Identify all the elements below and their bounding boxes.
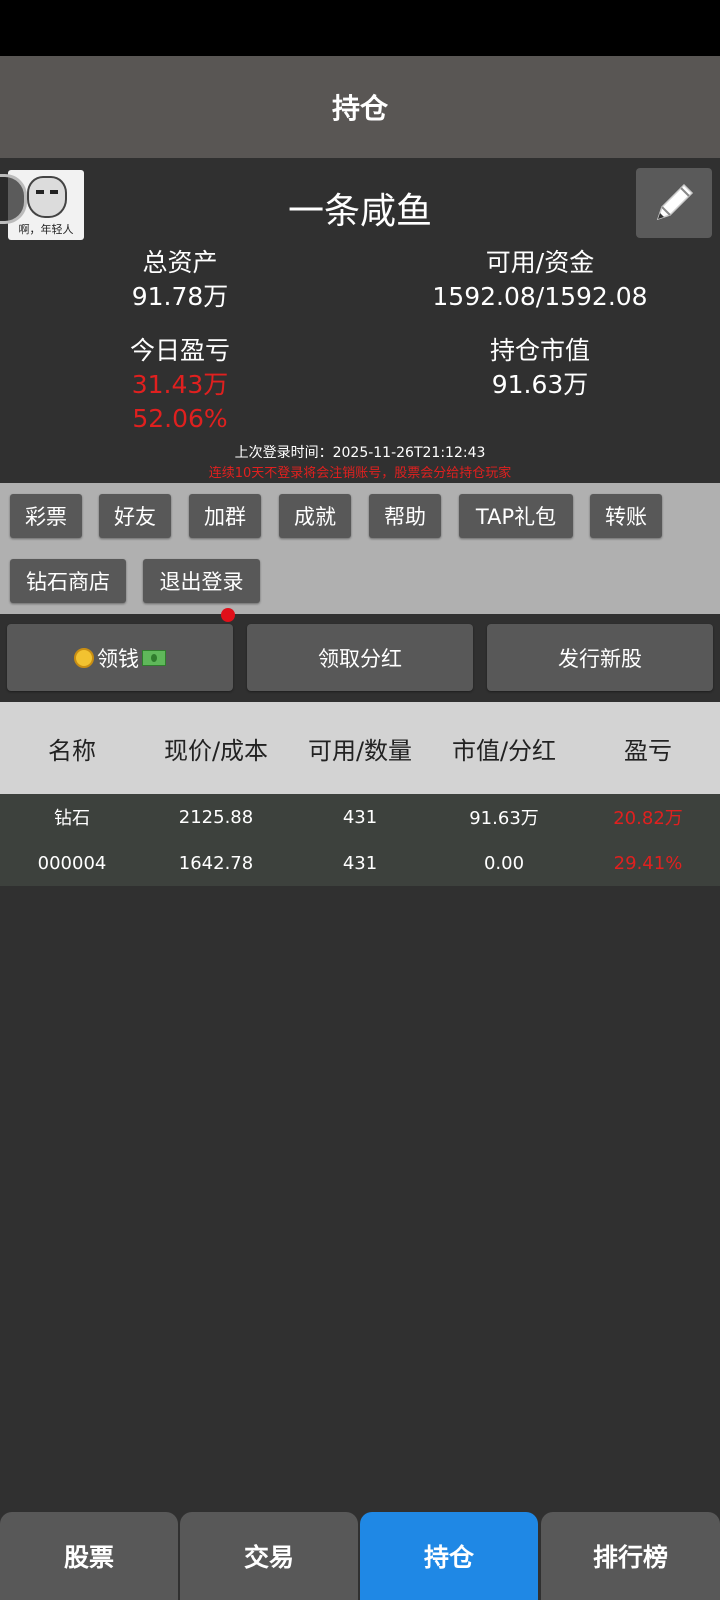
column-pnl: 盈亏: [624, 736, 672, 765]
tab-stocks[interactable]: 股票: [0, 1512, 178, 1600]
today-pnl-value: 31.43万: [131, 370, 229, 399]
collect-money-label: 领钱: [97, 646, 139, 671]
market-value-stat: 持仓市值 91.63万: [360, 334, 720, 402]
available-funds-value: 1592.08/1592.08: [432, 282, 648, 311]
total-assets-label: 总资产: [142, 248, 218, 277]
column-price-cost: 现价/成本: [163, 736, 269, 765]
transfer-button[interactable]: 转账: [590, 494, 662, 538]
cash-icon: [142, 649, 166, 666]
feature-menu: 彩票 好友 加群 成就 帮助 TAP礼包 转账 钻石商店 退出登录: [0, 483, 720, 614]
help-button[interactable]: 帮助: [369, 494, 441, 538]
issue-stock-button[interactable]: 发行新股: [487, 624, 713, 691]
cell-price: 2125.88: [178, 806, 254, 828]
available-funds-label: 可用/资金: [485, 248, 595, 277]
achievements-button[interactable]: 成就: [279, 494, 351, 538]
nickname: 一条咸鱼: [287, 191, 432, 232]
cell-quantity: 431: [342, 806, 378, 828]
diamond-shop-button[interactable]: 钻石商店: [10, 559, 126, 603]
cell-value: 91.63万: [469, 808, 539, 829]
available-funds-stat: 可用/资金 1592.08/1592.08: [360, 246, 720, 314]
cell-value: 0.00: [483, 852, 525, 874]
page-title: 持仓: [331, 92, 388, 125]
cell-price: 1642.78: [178, 852, 254, 874]
column-value-dividend: 市值/分红: [451, 736, 557, 765]
total-assets-value: 91.78万: [131, 282, 229, 311]
today-pnl-percent: 52.06%: [132, 404, 228, 433]
inactivity-warning: 连续10天不登录将会注销账号，股票会分给持仓玩家: [208, 466, 512, 481]
total-assets-stat: 总资产 91.78万: [0, 246, 360, 314]
cell-name: 钻石: [54, 808, 90, 829]
action-bar: 领钱 领取分红 发行新股: [0, 614, 720, 702]
cell-pnl: 29.41%: [613, 852, 683, 874]
cell-pnl: 20.82万: [613, 808, 683, 829]
profile-panel: 啊，年轻人 一条咸鱼 总资产 91.78万 可用/资金 1592.08/1592…: [0, 158, 720, 483]
tap-gift-button[interactable]: TAP礼包: [459, 494, 573, 538]
edit-profile-button[interactable]: [636, 168, 712, 238]
column-name: 名称: [48, 736, 96, 765]
collect-money-button[interactable]: 领钱: [7, 624, 233, 691]
bottom-nav: 股票 交易 持仓 排行榜: [0, 1512, 720, 1600]
join-group-button[interactable]: 加群: [189, 494, 261, 538]
cell-name: 000004: [37, 852, 107, 874]
tab-leaderboard[interactable]: 排行榜: [541, 1512, 720, 1600]
coin-icon: [74, 647, 94, 668]
table-row[interactable]: 钻石 2125.88 431 91.63万 20.82万: [0, 794, 720, 840]
market-value-label: 持仓市值: [489, 336, 590, 365]
market-value-value: 91.63万: [491, 370, 589, 399]
lottery-button[interactable]: 彩票: [10, 494, 82, 538]
tab-trade[interactable]: 交易: [180, 1512, 358, 1600]
collect-dividend-button[interactable]: 领取分红: [247, 624, 473, 691]
table-row[interactable]: 000004 1642.78 431 0.00 29.41%: [0, 840, 720, 886]
pencil-icon: [656, 183, 694, 221]
today-pnl-stat: 今日盈亏 31.43万 52.06%: [0, 334, 360, 436]
app-header: 持仓: [0, 56, 720, 158]
logout-button[interactable]: 退出登录: [143, 559, 260, 603]
friends-button[interactable]: 好友: [99, 494, 171, 538]
cell-quantity: 431: [342, 852, 378, 874]
column-available-quantity: 可用/数量: [307, 736, 413, 765]
notification-dot: [221, 608, 235, 622]
holdings-table-header: 名称 现价/成本 可用/数量 市值/分红 盈亏: [0, 702, 720, 794]
tab-holdings[interactable]: 持仓: [360, 1512, 538, 1600]
today-pnl-label: 今日盈亏: [129, 336, 230, 365]
status-bar: [0, 0, 720, 56]
last-login-time: 上次登录时间：2025-11-26T21:12:43: [234, 445, 486, 461]
